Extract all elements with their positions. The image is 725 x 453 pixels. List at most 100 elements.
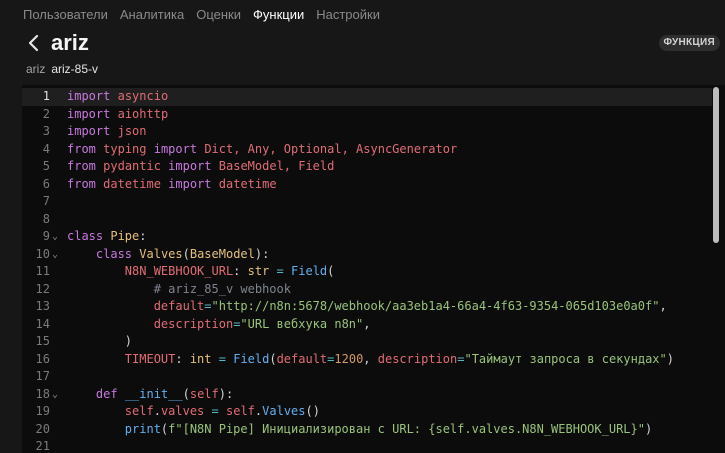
code-token: asyncio bbox=[117, 89, 169, 103]
code-line[interactable]: 18 ⌄ def __init__(self): bbox=[22, 386, 712, 404]
code-token: json bbox=[117, 124, 147, 138]
code-token: Valves bbox=[262, 404, 306, 418]
code-token: . bbox=[153, 404, 161, 418]
code-token: import bbox=[168, 176, 212, 191]
editor-scrollbar[interactable] bbox=[713, 87, 719, 243]
nav-tab[interactable]: Аналитика bbox=[120, 6, 184, 24]
code-token: : bbox=[175, 351, 190, 366]
code-line[interactable]: 21 bbox=[22, 438, 712, 453]
function-meta: ariz ariz-85-v bbox=[26, 61, 98, 77]
back-arrow-icon[interactable] bbox=[26, 33, 42, 53]
code-token: import bbox=[168, 159, 212, 173]
code-token: datetime bbox=[218, 176, 277, 191]
function-id[interactable]: ariz bbox=[26, 62, 45, 76]
code-line[interactable]: 20 print(f"[N8N Pipe] Инициализирован с … bbox=[22, 421, 712, 439]
code-text: import asyncio bbox=[67, 88, 168, 106]
line-number: 16 bbox=[35, 351, 50, 366]
line-number: 19 bbox=[35, 404, 50, 418]
code-text: print(f"[N8N Pipe] Инициализирован с URL… bbox=[67, 421, 652, 439]
code-line[interactable]: 12 # ariz_85_v webhook bbox=[22, 281, 712, 299]
nav-tab[interactable]: Настройки bbox=[316, 6, 380, 24]
line-number: 2 bbox=[42, 106, 50, 121]
code-line[interactable]: 2 import aiohttp bbox=[22, 106, 712, 124]
line-number: 6 bbox=[42, 176, 50, 191]
fold-chevron-icon[interactable]: ⌄ bbox=[52, 228, 58, 246]
code-token: print bbox=[124, 421, 161, 436]
code-token: = bbox=[276, 264, 284, 278]
code-token: default bbox=[276, 351, 328, 366]
code-line[interactable]: 16 TIMEOUT: int = Field(default=1200, de… bbox=[22, 351, 712, 369]
fold-chevron-icon[interactable]: ⌄ bbox=[52, 246, 58, 264]
code-token: valves bbox=[160, 404, 205, 418]
line-number: 17 bbox=[35, 369, 50, 383]
code-line[interactable]: 14 description="URL вебхука n8n", bbox=[22, 316, 712, 334]
code-token: import bbox=[67, 89, 111, 103]
function-name[interactable]: ariz-85-v bbox=[51, 62, 98, 76]
code-line[interactable]: 9 ⌄ class Pipe: bbox=[22, 228, 712, 246]
code-token: Field bbox=[233, 351, 270, 366]
code-token: = bbox=[211, 404, 219, 418]
code-line[interactable]: 19 self.valves = self.Valves() bbox=[22, 403, 712, 421]
fold-chevron-icon[interactable]: ⌄ bbox=[52, 386, 58, 404]
line-number: 12 bbox=[35, 281, 50, 296]
line-number: 11 bbox=[35, 264, 50, 278]
code-token: Pipe bbox=[110, 229, 140, 243]
code-token: str bbox=[247, 264, 270, 278]
nav-tab[interactable]: Оценки bbox=[196, 6, 241, 24]
top-nav: Пользователи Аналитика Оценки Функции Настро… bbox=[23, 6, 392, 24]
code-token: self bbox=[226, 404, 255, 418]
code-line[interactable]: 7 bbox=[22, 193, 712, 211]
code-token: 1200 bbox=[334, 351, 364, 366]
code-token: from bbox=[67, 141, 96, 156]
code-token: class bbox=[95, 246, 133, 261]
code-token: ) bbox=[644, 421, 653, 436]
code-line[interactable]: 1 import asyncio bbox=[22, 88, 712, 106]
code-line[interactable]: 6 from datetime import datetime bbox=[22, 176, 712, 194]
line-number: 4 bbox=[42, 141, 50, 156]
code-text: description="URL вебхука n8n", bbox=[67, 316, 371, 334]
code-token: aiohttp bbox=[117, 106, 169, 121]
code-text: def __init__(self): bbox=[67, 386, 233, 404]
code-token: : bbox=[139, 229, 147, 243]
code-line[interactable]: 11 N8N_WEBHOOK_URL: str = Field( bbox=[22, 263, 712, 281]
code-editor[interactable]: 1 import asyncio 2 import aiohttp 3 import js… bbox=[22, 85, 725, 453]
code-text: default="http://n8n:5678/webhook/aa3eb1a… bbox=[67, 298, 667, 316]
code-token: self bbox=[189, 386, 219, 401]
code-token: : bbox=[233, 264, 248, 278]
code-text: N8N_WEBHOOK_URL: str = Field( bbox=[67, 263, 335, 281]
code-line[interactable]: 3 import json bbox=[22, 123, 712, 141]
line-number: 21 bbox=[35, 439, 50, 453]
code-token: ) bbox=[666, 351, 674, 366]
line-number: 20 bbox=[35, 421, 50, 436]
code-token: description bbox=[153, 316, 234, 331]
code-token: "URL вебхука n8n" bbox=[240, 316, 364, 331]
code-token: ( bbox=[269, 351, 277, 366]
code-line[interactable]: 17 bbox=[22, 368, 712, 386]
line-number: 9 bbox=[42, 229, 50, 243]
code-token: "http://n8n:5678/webhook/aa3eb1a4-66a4-4… bbox=[211, 299, 660, 313]
code-token: , bbox=[363, 351, 378, 366]
code-token: Field bbox=[291, 264, 328, 278]
line-number: 1 bbox=[42, 89, 50, 103]
code-line[interactable]: 8 bbox=[22, 211, 712, 229]
code-line[interactable]: 15 ) bbox=[22, 333, 712, 351]
nav-tab[interactable]: Пользователи bbox=[23, 6, 108, 24]
code-token: self bbox=[124, 404, 154, 418]
code-line[interactable]: 13 default="http://n8n:5678/webhook/aa3e… bbox=[22, 298, 712, 316]
nav-tab[interactable]: Функции bbox=[253, 6, 304, 24]
code-line[interactable]: 5 from pydantic import BaseModel, Field bbox=[22, 158, 712, 176]
code-line[interactable]: 10 ⌄ class Valves(BaseModel): bbox=[22, 246, 712, 264]
code-line[interactable]: 4 from typing import Dict, Any, Optional,… bbox=[22, 141, 712, 159]
